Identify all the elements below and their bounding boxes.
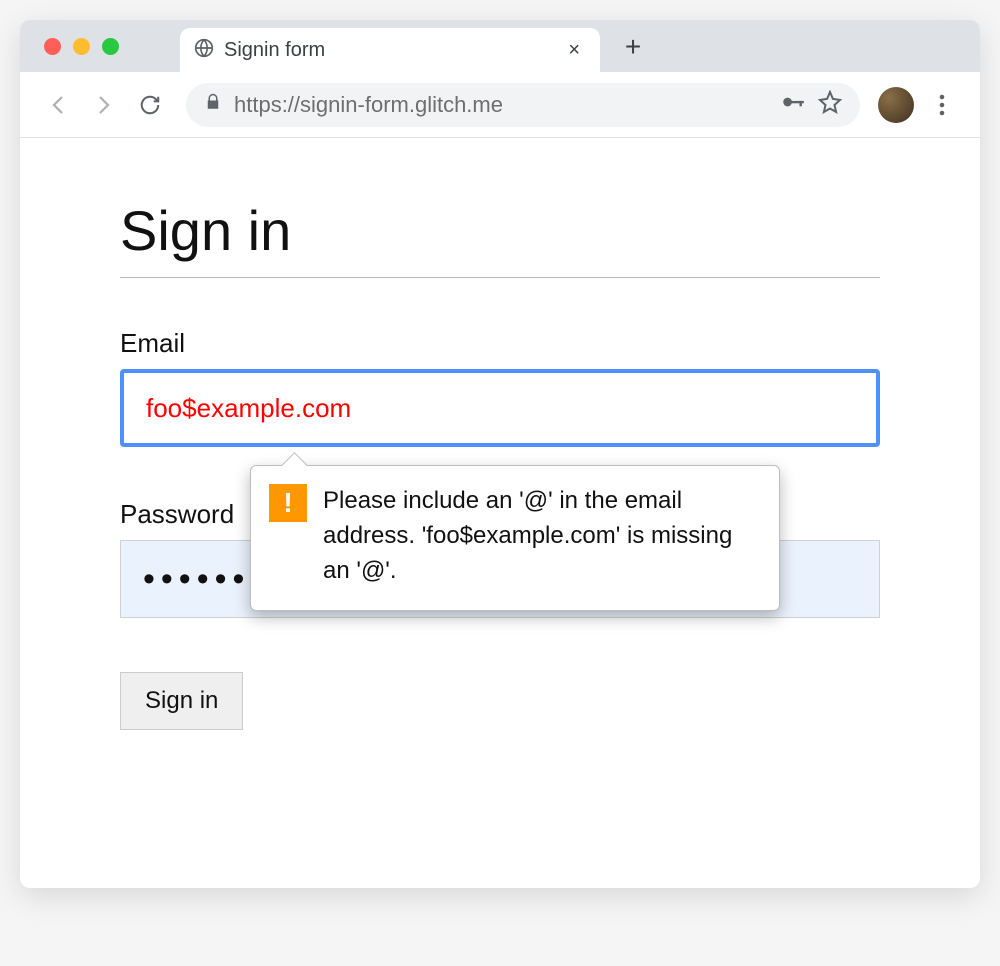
address-bar[interactable]: https://signin-form.glitch.me [186, 83, 860, 127]
back-button[interactable] [40, 87, 76, 123]
window-controls [44, 38, 119, 55]
browser-menu-button[interactable] [924, 93, 960, 117]
page-content: Sign in Email ! Please include an '@' in… [20, 138, 980, 888]
browser-window: Signin form × + https://signin-form.glit… [20, 20, 980, 888]
lock-icon [204, 93, 222, 116]
signin-button[interactable]: Sign in [120, 672, 243, 730]
url-text: https://signin-form.glitch.me [234, 92, 768, 118]
validation-message: Please include an '@' in the email addre… [323, 484, 757, 588]
new-tab-button[interactable]: + [616, 30, 650, 64]
forward-button[interactable] [86, 87, 122, 123]
profile-avatar[interactable] [878, 87, 914, 123]
bookmark-star-icon[interactable] [818, 90, 842, 119]
maximize-window-button[interactable] [102, 38, 119, 55]
warning-icon: ! [269, 484, 307, 522]
minimize-window-button[interactable] [73, 38, 90, 55]
close-tab-button[interactable]: × [562, 37, 586, 64]
tab-bar: Signin form × + [20, 20, 980, 72]
key-icon[interactable] [780, 89, 806, 120]
email-field[interactable] [120, 369, 880, 447]
close-window-button[interactable] [44, 38, 61, 55]
browser-toolbar: https://signin-form.glitch.me [20, 72, 980, 138]
page-title: Sign in [120, 198, 880, 278]
globe-icon [194, 38, 214, 63]
email-label: Email [120, 328, 880, 359]
tab-title: Signin form [224, 39, 552, 62]
reload-button[interactable] [132, 87, 168, 123]
validation-tooltip: ! Please include an '@' in the email add… [250, 465, 780, 611]
browser-tab[interactable]: Signin form × [180, 28, 600, 72]
